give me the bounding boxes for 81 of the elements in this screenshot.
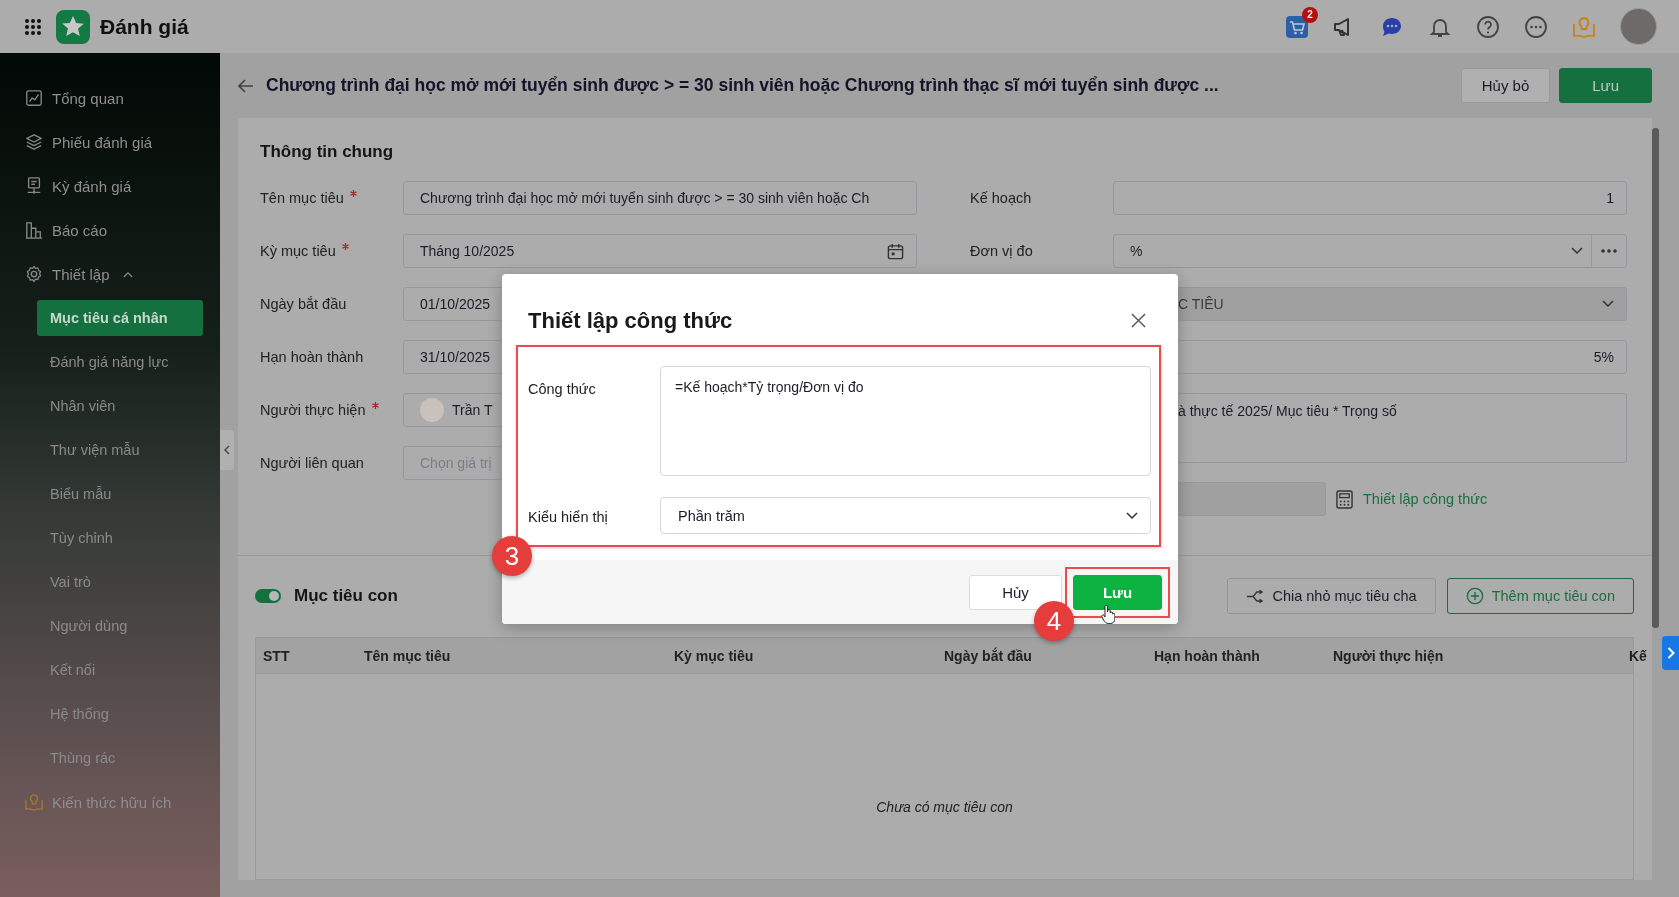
lightbulb-book-icon (25, 793, 43, 811)
column-header: Ngày bắt đầu (944, 647, 1033, 664)
chevron-left-icon (224, 445, 230, 455)
column-header: STT (263, 647, 291, 664)
column-header: Người thực hiện (1333, 647, 1445, 664)
apps-grid-icon[interactable] (24, 17, 42, 36)
add-circle-icon (1465, 587, 1484, 605)
chart-icon (25, 89, 43, 107)
page-title: Chương trình đại học mở mới tuyển sinh được > = 30 sinh viên hoặc Chương trình thạc sĩ mới tuyển sinh được ... (266, 75, 1219, 96)
chevron-down-icon (1571, 247, 1583, 255)
required-asterisk-icon (371, 402, 379, 409)
help-icon[interactable] (1476, 14, 1500, 39)
more-icon[interactable] (1524, 14, 1548, 39)
close-icon[interactable] (1131, 313, 1146, 328)
toggle-switch[interactable] (255, 589, 281, 603)
column-header: Tên mục tiêu (364, 647, 452, 664)
bar-chart-icon (25, 221, 43, 239)
user-avatar[interactable] (1620, 8, 1657, 45)
select-field[interactable]: Phần trăm (660, 497, 1151, 534)
section-heading: Thông tin chung (260, 142, 395, 162)
section-heading: Mục tiêu con (294, 586, 398, 606)
required-asterisk-icon (341, 243, 349, 250)
sidebar-item[interactable]: Thiết lập (0, 252, 220, 296)
chevron-down-icon (1602, 300, 1614, 308)
required-asterisk-icon (349, 190, 357, 197)
cancel-button[interactable]: Hủy bỏ (1460, 68, 1551, 103)
sidebar-item[interactable]: Báo cáo (0, 208, 220, 252)
sidebar-item[interactable]: Kỳ đánh giá (0, 164, 220, 208)
sidebar-item[interactable]: Tùy chỉnh (0, 516, 220, 560)
sidebar-item[interactable]: Nhân viên (0, 384, 220, 428)
layers-icon (25, 133, 43, 151)
field-label: Tên mục tiêu (260, 190, 403, 206)
star-logo-icon (56, 9, 90, 44)
formula-text-area[interactable]: =Kế hoạch*Tỷ trọng/Đơn vị đo (660, 366, 1151, 476)
back-arrow-icon[interactable] (238, 78, 254, 93)
sidebar-item[interactable]: Tổng quan (0, 76, 220, 120)
field-label: Ngày bắt đầu (260, 296, 348, 312)
notification-badge: 2 (1302, 6, 1318, 23)
field-label: Kiểu hiển thị (528, 507, 609, 525)
column-header: Kỳ mục tiêu (674, 647, 755, 664)
cancel-button[interactable]: Hủy (969, 574, 1062, 610)
split-goal-button[interactable]: Chia nhỏ mục tiêu cha (1227, 578, 1436, 614)
select-field[interactable]: % (1113, 234, 1627, 268)
split-icon (1246, 588, 1265, 604)
sidebar-item[interactable]: Người dùng (0, 604, 220, 648)
sidebar-item[interactable]: Mục tiêu cá nhân (37, 300, 203, 336)
column-header: Hạn hoàn thành (1154, 647, 1261, 664)
sidebar-item[interactable]: Thư viện mẫu (0, 428, 220, 472)
sidebar-item[interactable]: Kết nối (0, 648, 220, 692)
app-title: Đánh giá (100, 14, 189, 39)
save-button[interactable]: Lưu (1559, 68, 1652, 103)
field-label: Hạn hoàn thành (260, 349, 365, 365)
field-label: Đơn vị đo (970, 243, 1034, 259)
field-label: Kỳ mục tiêu (260, 243, 403, 259)
column-header: Kế (1629, 647, 1647, 664)
calculator-icon[interactable] (1336, 489, 1353, 509)
field-label: Người liên quan (260, 455, 365, 471)
presentation-icon (25, 177, 43, 195)
calendar-icon[interactable] (887, 242, 904, 260)
dialog-title: Thiết lập công thức (528, 307, 733, 334)
empty-message: Chưa có mục tiêu con (876, 799, 1013, 817)
field-label: Người thực hiện (260, 402, 403, 418)
field-label: Công thức (528, 380, 597, 399)
chevron-right-icon (1666, 647, 1675, 659)
input-field[interactable]: 1 (1113, 181, 1627, 215)
person-avatar (420, 398, 444, 422)
sidebar-item[interactable]: Vai trò (0, 560, 220, 604)
sidebar-item[interactable]: Biểu mẫu (0, 472, 220, 516)
scrollbar[interactable] (1652, 128, 1659, 628)
sidebar-item[interactable]: Đánh giá năng lực (0, 340, 220, 384)
settings-icon (25, 265, 43, 283)
input-field[interactable]: Chương trình đại học mở mới tuyển sinh được > = 30 sinh viên hoặc Ch (403, 181, 917, 215)
expand-panel-button[interactable] (1662, 636, 1679, 670)
save-button[interactable]: Lưu (1073, 574, 1162, 610)
add-subgoal-button[interactable]: Thêm mục tiêu con (1446, 578, 1634, 614)
field-label: Kế hoạch (970, 190, 1033, 206)
cart-icon[interactable] (1286, 15, 1308, 38)
more-icon (1601, 249, 1617, 253)
sidebar-item[interactable]: Phiếu đánh giá (0, 120, 220, 164)
chevron-down-icon (1126, 511, 1138, 520)
input-field[interactable]: Tháng 10/2025 (403, 234, 917, 268)
